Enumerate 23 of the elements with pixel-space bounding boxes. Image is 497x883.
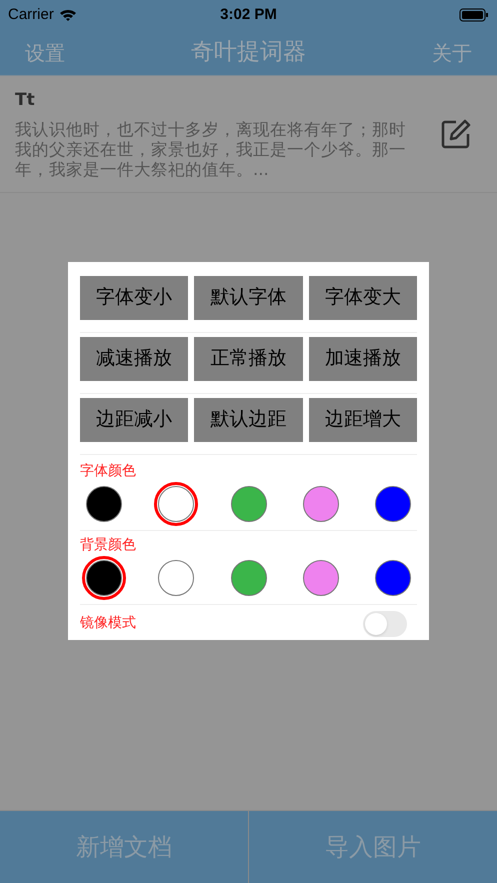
color-group-label: 字体颜色 xyxy=(80,462,137,480)
option-button[interactable]: 默认边距 xyxy=(194,398,303,442)
option-button[interactable]: 边距增大 xyxy=(308,398,417,442)
option-button[interactable]: 边距减小 xyxy=(80,398,188,442)
mirror-mode-switch[interactable] xyxy=(363,610,407,636)
document-title: Tt xyxy=(15,89,36,112)
edit-icon[interactable] xyxy=(440,118,472,150)
carrier-label: Carrier xyxy=(8,4,54,25)
mirror-mode-label: 镜像模式 xyxy=(80,614,136,633)
color-group-label: 背景颜色 xyxy=(80,536,137,554)
battery-icon xyxy=(459,8,489,22)
option-button[interactable]: 减速播放 xyxy=(80,336,188,380)
clock: 3:02 PM xyxy=(220,4,277,25)
color-swatch[interactable] xyxy=(154,482,198,526)
option-button[interactable]: 默认字体 xyxy=(194,276,303,320)
option-button[interactable]: 正常播放 xyxy=(194,336,303,380)
document-preview: 我认识他时，也不过十多岁，离现在将有年了；那时我的父亲还在世，家景也好，我正是一个少爷。那一年，我家是一件大祭祀的值年。... xyxy=(15,120,407,180)
option-button[interactable]: 字体变小 xyxy=(80,276,188,320)
app-title: 奇叶提词器 xyxy=(191,38,306,68)
option-button[interactable]: 加速播放 xyxy=(308,336,417,380)
option-button[interactable]: 字体变大 xyxy=(308,276,417,320)
color-swatch[interactable] xyxy=(82,556,126,600)
wifi-icon xyxy=(58,8,77,22)
